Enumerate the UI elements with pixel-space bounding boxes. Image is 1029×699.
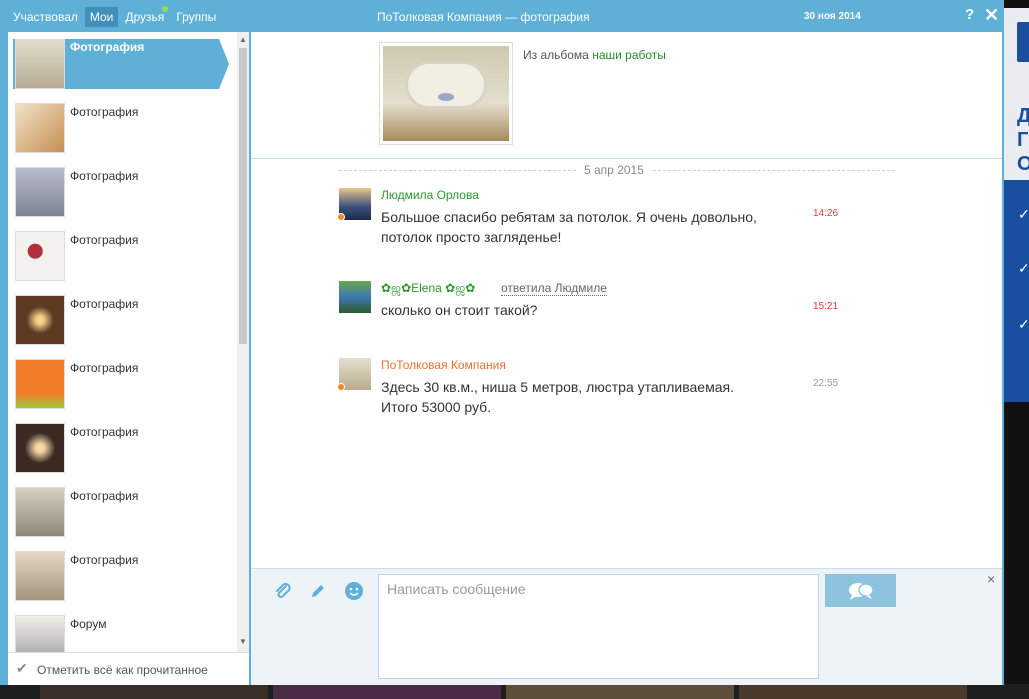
list-item-label: Фотография: [70, 489, 139, 503]
thumbnail: [15, 551, 65, 601]
tab-participated[interactable]: Участвовал: [8, 7, 83, 27]
background-tile: [40, 684, 268, 699]
message-text: Здесь 30 кв.м., ниша 5 метров, люстра ут…: [381, 379, 734, 415]
thumbnail: [15, 295, 65, 345]
tab-friends[interactable]: Друзья: [120, 6, 169, 27]
list-item[interactable]: Фотография: [8, 164, 237, 220]
scroll-down-icon[interactable]: ▼: [239, 637, 247, 646]
list-item-label: Фотография: [70, 169, 139, 183]
photo-ceiling-shape: [405, 61, 487, 109]
list-item-label: Фотография: [70, 553, 139, 567]
list-item-label: Фотография: [70, 297, 139, 311]
list-item-label: Форум: [70, 617, 107, 631]
online-indicator: [162, 6, 169, 12]
message-author[interactable]: Людмила Орлова: [381, 188, 479, 202]
message-author[interactable]: ПоТолковая Компания: [381, 358, 506, 372]
scroll-up-icon[interactable]: ▲: [239, 35, 247, 44]
dialog-header: Участвовал Мои Друзья Группы ПоТолковая …: [2, 2, 1002, 32]
check-icon: ✓: [1018, 206, 1029, 222]
conversation-items: Фотография Фотография Фотография Фотогра…: [8, 32, 237, 652]
message-author[interactable]: ✿ஜ✿Elena ✿ஜ✿: [381, 281, 475, 297]
list-item[interactable]: Фотография: [8, 420, 237, 476]
message-text: Большое спасибо ребятам за потолок. Я оч…: [381, 209, 757, 245]
list-item[interactable]: Фотография: [8, 36, 237, 92]
list-item[interactable]: Фотография: [8, 548, 237, 604]
thumbnail: [15, 39, 65, 89]
selected-arrow: [219, 39, 229, 89]
list-item[interactable]: Фотография: [8, 356, 237, 412]
list-item[interactable]: Форум: [8, 612, 237, 652]
album-link[interactable]: наши работы: [592, 48, 666, 62]
list-item-label: Фотография: [70, 105, 139, 119]
help-button[interactable]: ?: [965, 6, 974, 23]
check-icon: ✔: [16, 660, 28, 676]
message-time: 22:55: [813, 378, 839, 389]
background-page-right: ДГО ✓ ✓ ✓: [1004, 0, 1029, 699]
album-source-prefix: Из альбома: [523, 48, 589, 62]
photo-chandelier: [438, 93, 454, 101]
ad-logo: [1017, 22, 1029, 62]
thumbnail: [15, 487, 65, 537]
thumbnail: [15, 359, 65, 409]
scroll-thumb[interactable]: [239, 48, 247, 344]
compose-area: ×: [251, 568, 1002, 685]
online-indicator: [337, 383, 345, 391]
thumbnail: [15, 615, 65, 652]
background-tile: [739, 684, 967, 699]
messages-dialog: Участвовал Мои Друзья Группы ПоТолковая …: [0, 0, 1004, 685]
tab-mine[interactable]: Мои: [84, 7, 119, 27]
thumbnail: [15, 167, 65, 217]
background-ad-features: ✓ ✓ ✓: [1004, 180, 1029, 402]
album-preview: Из альбома наши работы: [251, 32, 1002, 159]
thumbnail: [15, 231, 65, 281]
pencil-icon[interactable]: [308, 581, 328, 606]
album-photo[interactable]: [379, 42, 513, 145]
message: ПоТолковая Компания Здесь 30 кв.м., ниша…: [337, 358, 859, 418]
message: ✿ஜ✿Elena ✿ஜ✿ ответила Людмиле сколько он…: [339, 281, 859, 321]
send-icon: [849, 583, 874, 600]
check-icon: ✓: [1018, 316, 1029, 332]
list-item[interactable]: Фотография: [8, 292, 237, 348]
list-scrollbar[interactable]: ▲ ▼: [237, 32, 249, 652]
header-date: 30 ноя 2014: [804, 11, 861, 22]
thumbnail: [15, 103, 65, 153]
message-time: 15:21: [813, 301, 839, 312]
tab-groups[interactable]: Группы: [171, 7, 221, 27]
list-item-label: Фотография: [70, 425, 139, 439]
background-ad: ДГО: [1004, 8, 1029, 180]
background-tile: [273, 684, 501, 699]
thumbnail: [15, 423, 65, 473]
list-item[interactable]: Фотография: [8, 100, 237, 156]
list-item-label: Фотография: [70, 361, 139, 375]
list-item[interactable]: Фотография: [8, 228, 237, 284]
ad-text: ДГО: [1017, 105, 1029, 175]
avatar[interactable]: [339, 281, 371, 313]
send-button[interactable]: [825, 574, 896, 607]
background-tile: [506, 684, 734, 699]
tab-friends-label: Друзья: [125, 10, 165, 24]
message-time: 14:26: [813, 208, 839, 219]
album-source: Из альбома наши работы: [523, 48, 666, 62]
attach-icon[interactable]: [273, 581, 293, 606]
message-text: сколько он стоит такой?: [381, 302, 538, 318]
list-item[interactable]: Фотография: [8, 484, 237, 540]
tabs: Участвовал Мои Друзья Группы: [8, 6, 221, 27]
compose-close-icon[interactable]: ×: [987, 571, 995, 587]
list-item-label: Фотография: [70, 233, 139, 247]
list-item-label: Фотография: [70, 40, 145, 54]
mark-all-read-label: Отметить всё как прочитанное: [37, 663, 208, 677]
ceiling-photo: [383, 46, 509, 141]
mark-all-read-button[interactable]: ✔ Отметить всё как прочитанное: [8, 652, 249, 685]
conversation-panel: Из альбома наши работы 5 апр 2015 Людмил…: [251, 32, 1002, 685]
check-icon: ✓: [1018, 260, 1029, 276]
close-button[interactable]: ✕: [984, 5, 999, 26]
smiley-icon[interactable]: [344, 581, 364, 606]
date-label: 5 апр 2015: [576, 163, 652, 177]
message-input[interactable]: [378, 574, 819, 679]
dialog-title: ПоТолковая Компания — фотография: [377, 10, 590, 24]
online-indicator: [337, 213, 345, 221]
conversation-list: Фотография Фотография Фотография Фотогра…: [8, 32, 249, 685]
reply-to-link[interactable]: ответила Людмиле: [501, 281, 607, 296]
message: Людмила Орлова Большое спасибо ребятам з…: [337, 188, 859, 248]
